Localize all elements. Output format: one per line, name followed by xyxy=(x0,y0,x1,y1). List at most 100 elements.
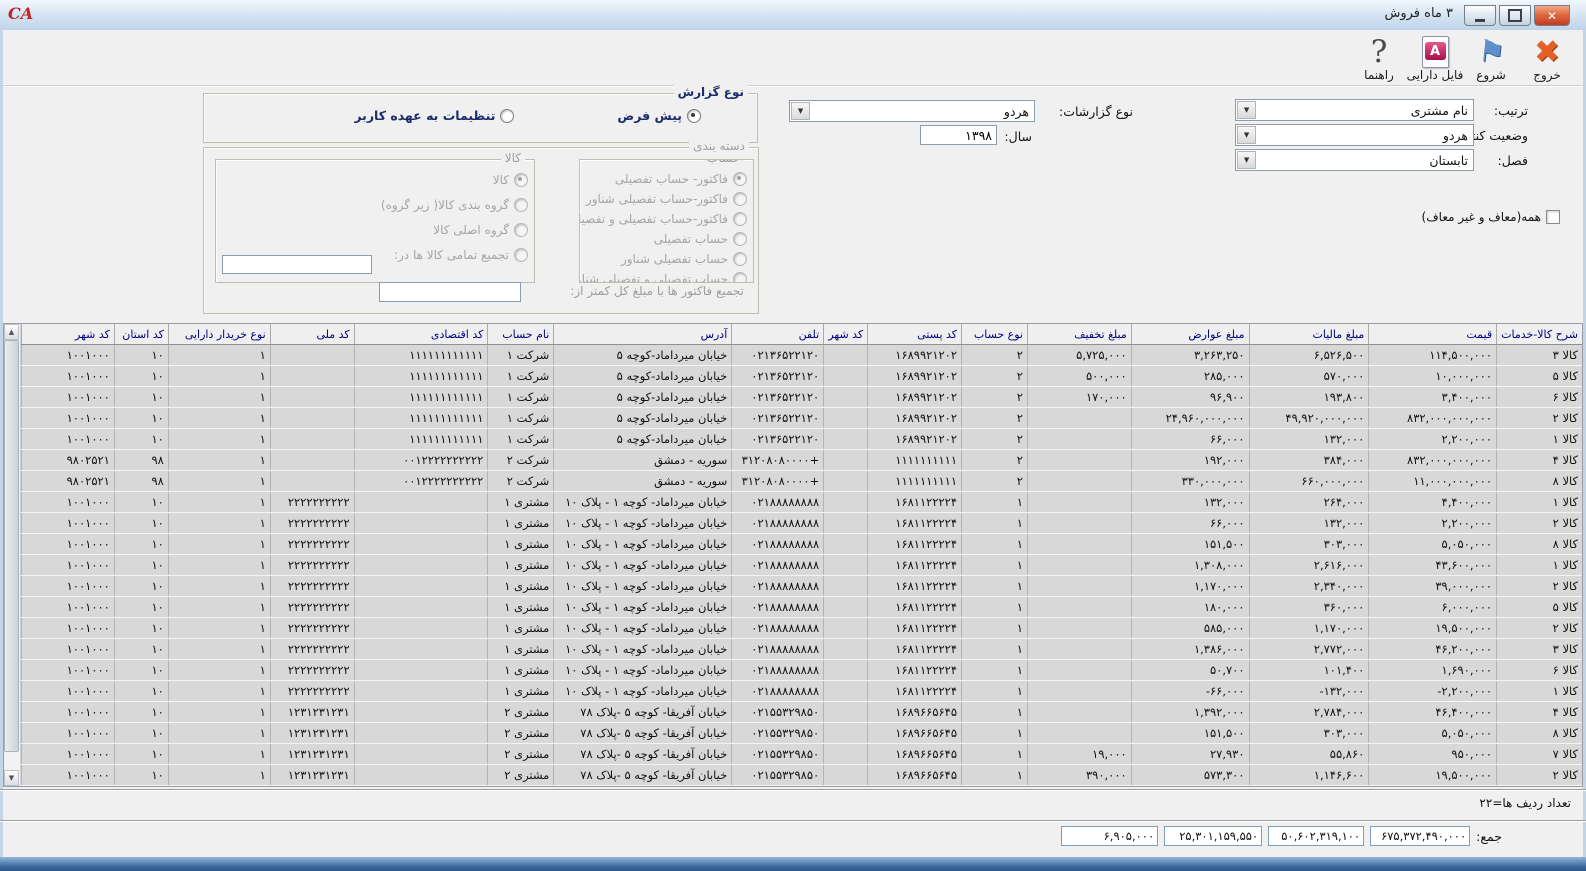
table-cell[interactable]: ۲۲۲۲۲۲۲۲۲۲ xyxy=(270,618,354,639)
table-cell[interactable]: ۲۲۲۲۲۲۲۲۲۲ xyxy=(270,555,354,576)
table-cell[interactable]: ۰۲۱۸۸۸۸۸۸۸۸ xyxy=(732,513,824,534)
table-cell[interactable] xyxy=(824,387,868,408)
table-cell[interactable]: ۱۰۰۱۰۰۰ xyxy=(22,597,115,618)
table-cell[interactable] xyxy=(824,555,868,576)
table-cell[interactable]: خیابان آفریقا- کوچه ۵ -پلاک ۷۸ xyxy=(554,702,732,723)
column-header[interactable]: مبلغ عوارض xyxy=(1131,324,1249,345)
table-cell[interactable]: ۱,۳۹۲,۰۰۰ xyxy=(1131,702,1249,723)
table-cell[interactable]: مشتری ۱ xyxy=(488,660,554,681)
table-cell[interactable]: ۲۲۲۲۲۲۲۲۲۲ xyxy=(270,639,354,660)
table-cell[interactable]: شرکت ۱ xyxy=(488,387,554,408)
table-cell[interactable]: سوریه - دمشق xyxy=(554,471,732,492)
table-cell[interactable]: ۹۸۰۲۵۲۱ xyxy=(22,471,115,492)
table-cell[interactable]: ۱۰۰۱۰۰۰ xyxy=(22,723,115,744)
table-cell[interactable]: ۵۷۳,۳۰۰ xyxy=(1131,765,1249,786)
table-cell[interactable]: ۰۰۱۲۲۲۲۲۲۲۲۲۲ xyxy=(354,471,488,492)
table-cell[interactable]: ۶,۰۰۰,۰۰۰ xyxy=(1369,597,1497,618)
table-cell[interactable]: ۱۶۸۱۱۲۲۲۲۴ xyxy=(868,618,962,639)
table-cell[interactable]: ۳۹۰,۰۰۰ xyxy=(1027,765,1131,786)
table-cell[interactable]: مشتری ۱ xyxy=(488,597,554,618)
table-cell[interactable] xyxy=(270,408,354,429)
table-cell[interactable]: شرکت ۱ xyxy=(488,345,554,366)
table-cell[interactable] xyxy=(824,450,868,471)
table-cell[interactable] xyxy=(824,681,868,702)
table-cell[interactable]: کالا ۲ xyxy=(1497,576,1582,597)
table-cell[interactable]: ۱۰۰۱۰۰۰ xyxy=(22,492,115,513)
table-cell[interactable] xyxy=(824,765,868,786)
table-cell[interactable]: ۹۸۰۲۵۲۱ xyxy=(22,450,115,471)
table-cell[interactable]: ۱ xyxy=(168,408,270,429)
table-cell[interactable]: ۲۲۲۲۲۲۲۲۲۲ xyxy=(270,534,354,555)
table-cell[interactable] xyxy=(354,681,488,702)
table-row[interactable]: کالا ۱۴,۴۰۰,۰۰۰۲۶۴,۰۰۰۱۳۲,۰۰۰۱۱۶۸۱۱۲۲۲۲۴… xyxy=(22,492,1583,513)
table-cell[interactable] xyxy=(824,513,868,534)
table-cell[interactable]: ۲,۷۷۲,۰۰۰ xyxy=(1249,639,1369,660)
table-cell[interactable]: ۳۸۴,۰۰۰ xyxy=(1249,450,1369,471)
table-cell[interactable]: ۱۰ xyxy=(114,765,168,786)
radio-option[interactable]: پیش فرض xyxy=(617,108,701,123)
table-cell[interactable] xyxy=(824,723,868,744)
table-cell[interactable]: خیابان میرداماد-کوچه ۵ xyxy=(554,408,732,429)
table-cell[interactable]: ۲,۶۱۶,۰۰۰ xyxy=(1249,555,1369,576)
table-cell[interactable] xyxy=(824,408,868,429)
table-cell[interactable]: ۱۰۱,۴۰۰ xyxy=(1249,660,1369,681)
table-cell[interactable]: شرکت ۱ xyxy=(488,408,554,429)
table-cell[interactable]: ۱۹,۵۰۰,۰۰۰ xyxy=(1369,618,1497,639)
table-cell[interactable]: ۰۲۱۵۵۳۲۹۸۵۰ xyxy=(732,744,824,765)
table-cell[interactable]: ۱۰۰۱۰۰۰ xyxy=(22,702,115,723)
table-cell[interactable]: ۹۵۰,۰۰۰ xyxy=(1369,744,1497,765)
table-cell[interactable]: ۱۰۰۱۰۰۰ xyxy=(22,345,115,366)
column-header[interactable]: کد شهر xyxy=(824,324,868,345)
table-cell[interactable]: ۱۰۰۱۰۰۰ xyxy=(22,744,115,765)
column-header[interactable]: کد شهر xyxy=(22,324,115,345)
table-cell[interactable]: مشتری ۱ xyxy=(488,555,554,576)
table-cell[interactable]: ۱۰۰۱۰۰۰ xyxy=(22,618,115,639)
table-cell[interactable]: ۲۸۵,۰۰۰ xyxy=(1131,366,1249,387)
table-cell[interactable]: کالا ۱ xyxy=(1497,429,1582,450)
table-cell[interactable]: ۳۱۲۰۸۰۸۰۰۰۰+ xyxy=(732,471,824,492)
collect-goods-input[interactable] xyxy=(222,255,372,274)
table-cell[interactable]: ۱۶۸۱۱۲۲۲۲۴ xyxy=(868,534,962,555)
table-cell[interactable]: ۱۰,۰۰۰,۰۰۰ xyxy=(1369,366,1497,387)
table-cell[interactable]: کالا ۴ xyxy=(1497,702,1582,723)
table-cell[interactable]: ۵۷۰,۰۰۰ xyxy=(1249,366,1369,387)
table-cell[interactable]: ۲,۲۰۰,۰۰۰ xyxy=(1369,429,1497,450)
table-row[interactable]: کالا ۲۳۹,۰۰۰,۰۰۰۲,۳۴۰,۰۰۰۱,۱۷۰,۰۰۰۱۱۶۸۱۱… xyxy=(22,576,1583,597)
table-cell[interactable]: ۱ xyxy=(168,639,270,660)
table-cell[interactable] xyxy=(824,660,868,681)
table-row[interactable]: کالا ۴۴۶,۴۰۰,۰۰۰۲,۷۸۴,۰۰۰۱,۳۹۲,۰۰۰۱۱۶۸۹۶… xyxy=(22,702,1583,723)
table-cell[interactable]: خیابان میرداماد-کوچه ۵ xyxy=(554,366,732,387)
table-cell[interactable] xyxy=(824,618,868,639)
year-input[interactable] xyxy=(920,125,997,145)
table-cell[interactable]: ۲ xyxy=(962,471,1028,492)
table-cell[interactable]: خیابان میرداماد- کوچه ۱ - پلاک ۱۰ xyxy=(554,534,732,555)
table-cell[interactable]: ۱۳۲,۰۰۰ xyxy=(1249,429,1369,450)
table-cell[interactable]: ۱۹۳,۸۰۰ xyxy=(1249,387,1369,408)
column-header[interactable]: نوع حساب xyxy=(962,324,1028,345)
table-cell[interactable]: ۲ xyxy=(962,387,1028,408)
table-cell[interactable]: ۱۲۳۱۲۳۱۲۳۱ xyxy=(270,744,354,765)
table-cell[interactable]: ۱۵۱,۵۰۰ xyxy=(1131,534,1249,555)
table-cell[interactable]: ۰۲۱۸۸۸۸۸۸۸۸ xyxy=(732,681,824,702)
table-cell[interactable]: -۱۳۲,۰۰۰ xyxy=(1249,681,1369,702)
table-cell[interactable] xyxy=(1027,702,1131,723)
table-cell[interactable] xyxy=(354,744,488,765)
table-cell[interactable]: ۵,۰۵۰,۰۰۰ xyxy=(1369,534,1497,555)
table-cell[interactable]: ۱۶۸۱۱۲۲۲۲۴ xyxy=(868,576,962,597)
table-cell[interactable]: ۱۰ xyxy=(114,576,168,597)
table-cell[interactable] xyxy=(270,366,354,387)
table-cell[interactable]: ۴,۴۰۰,۰۰۰ xyxy=(1369,492,1497,513)
table-cell[interactable]: ۱,۱۴۶,۶۰۰ xyxy=(1249,765,1369,786)
table-cell[interactable]: ۵,۷۲۵,۰۰۰ xyxy=(1027,345,1131,366)
column-header[interactable]: قیمت xyxy=(1369,324,1497,345)
table-cell[interactable] xyxy=(824,429,868,450)
table-cell[interactable]: ۱۹,۰۰۰ xyxy=(1027,744,1131,765)
table-cell[interactable]: ۱ xyxy=(168,492,270,513)
table-cell[interactable]: ۲ xyxy=(962,450,1028,471)
table-cell[interactable]: ۱۹,۵۰۰,۰۰۰ xyxy=(1369,765,1497,786)
table-cell[interactable] xyxy=(824,597,868,618)
table-cell[interactable]: ۱ xyxy=(168,681,270,702)
table-row[interactable]: کالا ۶۳,۴۰۰,۰۰۰۱۹۳,۸۰۰۹۶,۹۰۰۱۷۰,۰۰۰۲۱۶۸۹… xyxy=(22,387,1583,408)
table-cell[interactable]: خیابان میرداماد-کوچه ۵ xyxy=(554,345,732,366)
table-cell[interactable]: ۱۶۸۹۹۲۱۲۰۲ xyxy=(868,408,962,429)
